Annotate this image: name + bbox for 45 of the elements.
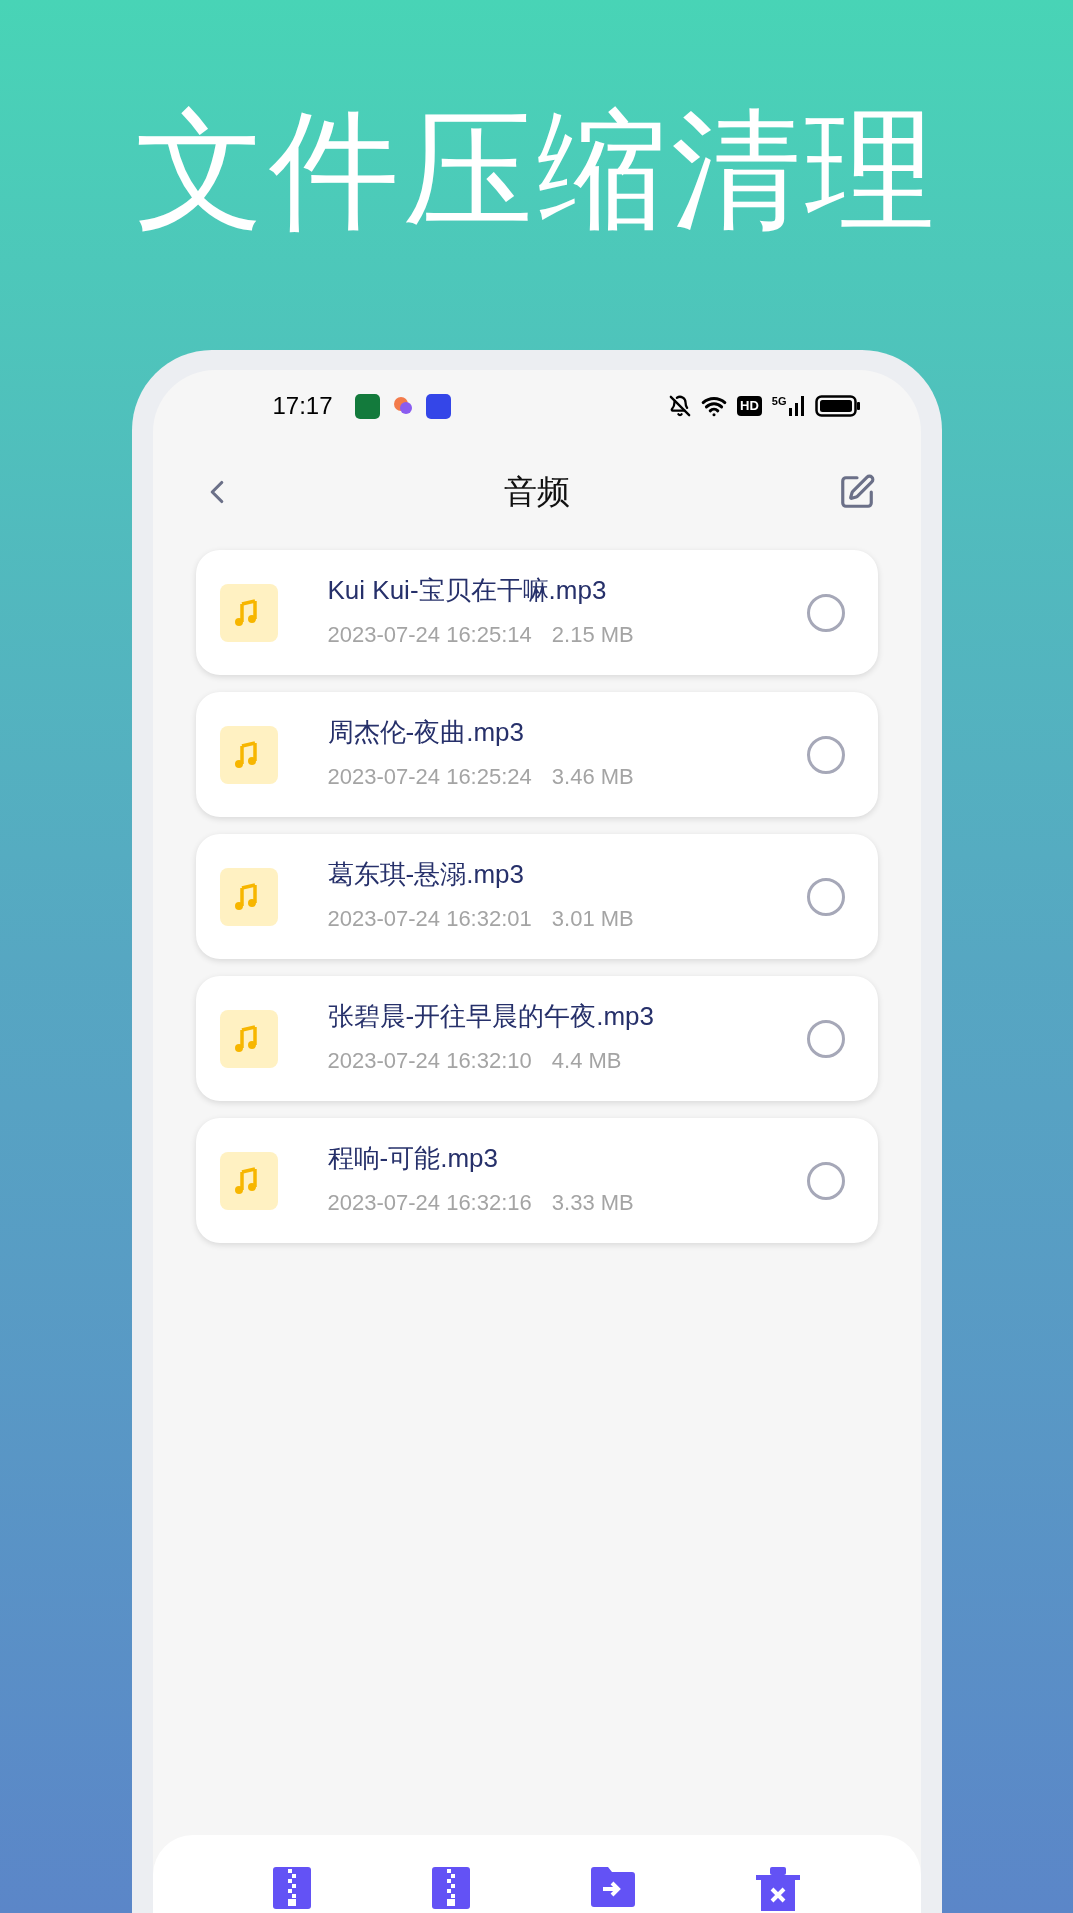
status-time: 17:17 [272,391,333,421]
select-radio[interactable] [806,1161,845,1200]
file-size: 3.33 MB [551,1189,634,1217]
music-note-icon [219,1009,278,1068]
file-size: 3.01 MB [551,905,634,933]
app-icon [425,393,451,419]
music-note-icon [219,1151,278,1210]
file-name: 周杰伦-夜曲.mp3 [327,716,525,748]
zip-file-icon[interactable] [273,1867,311,1909]
file-date: 2023-07-24 16:25:24 [327,763,532,791]
select-radio[interactable] [806,877,845,916]
page-title: 音频 [502,472,571,513]
file-date: 2023-07-24 16:32:01 [327,905,532,933]
file-date: 2023-07-24 16:32:10 [327,1047,532,1075]
file-card[interactable]: 张碧晨-开往早晨的午夜.mp3 2023-07-24 16:32:10 4.4 MB [195,976,878,1101]
select-radio[interactable] [806,593,845,632]
file-name: 葛东琪-悬溺.mp3 [327,858,525,890]
file-date: 2023-07-24 16:25:14 [327,621,532,649]
select-radio[interactable] [806,1019,845,1058]
file-name: 张碧晨-开往早晨的午夜.mp3 [327,1000,654,1032]
hd-indicator: HD [737,396,762,416]
file-card[interactable]: 程响-可能.mp3 2023-07-24 16:32:16 3.33 MB [195,1118,878,1243]
file-size: 4.4 MB [551,1047,622,1075]
folder-arrow-icon[interactable] [591,1867,635,1907]
file-card[interactable]: 葛东琪-悬溺.mp3 2023-07-24 16:32:01 3.01 MB [195,834,878,959]
music-note-icon [219,725,278,784]
select-radio[interactable] [806,735,845,774]
app-icon [391,395,414,417]
zip-file-icon[interactable] [432,1867,470,1909]
mute-icon [669,395,692,417]
trash-icon[interactable] [756,1867,800,1911]
file-size: 3.46 MB [551,763,634,791]
file-size: 2.15 MB [551,621,634,649]
headline: 文件压缩清理 [134,95,939,245]
music-note-icon [219,583,278,642]
file-name: Kui Kui-宝贝在干嘛.mp3 [327,574,608,606]
music-note-icon [219,867,278,926]
app-icon [354,393,380,419]
file-date: 2023-07-24 16:32:16 [327,1189,532,1217]
network-label: 5G [771,396,787,407]
battery-icon [814,395,861,417]
file-card[interactable]: 周杰伦-夜曲.mp3 2023-07-24 16:25:24 3.46 MB [195,692,878,817]
file-name: 程响-可能.mp3 [327,1142,499,1174]
signal-icon [788,396,805,416]
file-card[interactable]: Kui Kui-宝贝在干嘛.mp3 2023-07-24 16:25:14 2.15 MB [195,550,878,675]
